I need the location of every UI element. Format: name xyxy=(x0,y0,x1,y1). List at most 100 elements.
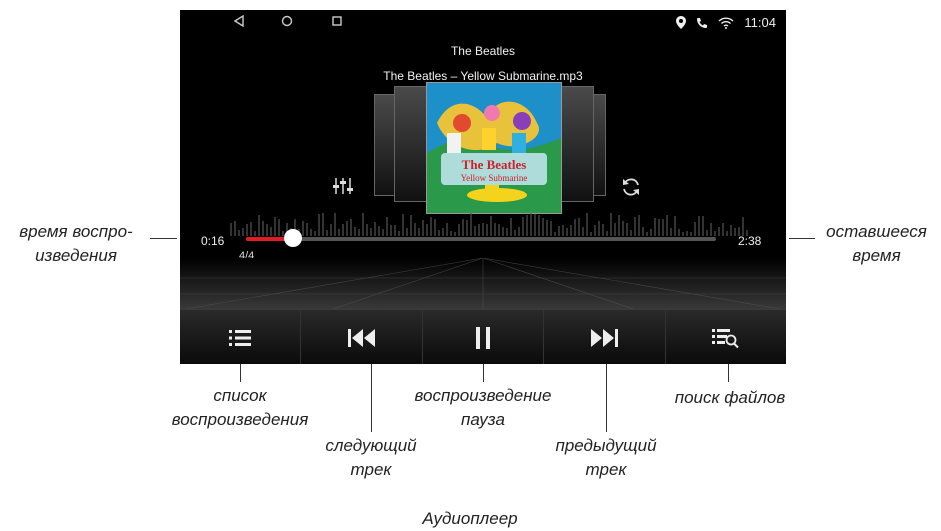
visualizer-bar xyxy=(450,231,452,236)
visualizer-bar xyxy=(482,223,484,236)
visualizer-bar xyxy=(722,223,724,236)
visualizer-bar xyxy=(554,232,556,236)
file-search-button[interactable] xyxy=(666,310,786,364)
visualizer-bar xyxy=(530,213,532,236)
cover-title-text: The Beatles xyxy=(462,157,527,172)
visualizer-bar xyxy=(550,221,552,236)
visualizer-bar xyxy=(326,230,328,236)
pause-icon xyxy=(476,326,491,349)
visualizer-bar xyxy=(278,219,280,236)
visualizer-bar xyxy=(362,213,364,236)
visualizer-bar xyxy=(274,217,276,236)
annotation-playpause-line2: пауза xyxy=(461,410,505,429)
album-cover[interactable]: The Beatles Yellow Submarine xyxy=(426,82,562,214)
visualizer-bar xyxy=(402,214,404,236)
playlist-button[interactable] xyxy=(180,310,302,364)
visualizer-bar xyxy=(462,219,464,236)
recents-icon[interactable] xyxy=(330,15,344,29)
annotation-remaining: оставшееся время xyxy=(812,220,941,268)
visualizer-bar xyxy=(254,231,256,236)
remaining-time: 2:38 xyxy=(738,234,762,248)
visualizer-bar xyxy=(250,222,252,236)
repeat-icon[interactable] xyxy=(620,176,642,198)
visualizer-bar xyxy=(390,225,392,236)
visualizer-bar xyxy=(538,215,540,236)
skip-back-icon xyxy=(347,328,375,347)
visualizer-bar xyxy=(322,213,324,236)
visualizer-bar xyxy=(350,219,352,236)
skip-forward-icon xyxy=(591,328,619,347)
annotation-elapsed: время воспро- изведения xyxy=(0,220,152,268)
annotation-next-line1: следующий xyxy=(325,436,417,455)
visualizer-bar xyxy=(330,224,332,236)
progress-knob[interactable] xyxy=(284,229,302,247)
equalizer-icon[interactable] xyxy=(332,176,354,196)
visualizer-bar xyxy=(574,219,576,236)
visualizer-bar xyxy=(238,230,240,236)
visualizer-bar xyxy=(406,228,408,236)
track-title: The Beatles – Yellow Submarine.mp3 xyxy=(383,69,583,83)
visualizer-bar xyxy=(358,229,360,236)
annotation-playlist-line2: воспроизведения xyxy=(171,410,309,429)
phone-icon xyxy=(697,17,708,28)
visualizer-bar xyxy=(306,223,308,236)
status-bar: 11:04 xyxy=(180,10,786,36)
leader-playpause xyxy=(483,364,484,382)
visualizer-bar xyxy=(454,232,456,236)
annotation-prev-line2: трек xyxy=(585,460,627,479)
visualizer-bar xyxy=(562,225,564,236)
visualizer-bar xyxy=(630,230,632,236)
visualizer-bar xyxy=(686,231,688,236)
visualizer-bar xyxy=(546,220,548,236)
skip-forward-button[interactable] xyxy=(544,310,666,364)
visualizer-bar xyxy=(270,227,272,236)
visualizer-bar xyxy=(418,228,420,236)
visualizer-bar xyxy=(542,218,544,236)
visualizer-bar xyxy=(458,224,460,236)
visualizer-bar xyxy=(434,219,436,236)
elapsed-time: 0:16 xyxy=(201,234,225,248)
visualizer-bar xyxy=(258,215,260,236)
visualizer-bar xyxy=(510,218,512,236)
visualizer-bar xyxy=(442,228,444,236)
visualizer-bar xyxy=(506,228,508,236)
player-screen: 11:04 The Beatles The Beatles – Yellow S… xyxy=(180,10,786,364)
visualizer-bar xyxy=(710,223,712,236)
visualizer-bar xyxy=(490,216,492,236)
visualizer-bar xyxy=(518,227,520,236)
visualizer-bar xyxy=(670,228,672,236)
visualizer-bar xyxy=(726,231,728,236)
visualizer-bar xyxy=(626,223,628,236)
visualizer-bar xyxy=(702,216,704,236)
annotation-search: поиск файлов xyxy=(674,388,786,407)
visualizer-bar xyxy=(690,232,692,236)
visualizer-bar xyxy=(694,222,696,236)
annotation-prev-line1: предыдущий xyxy=(555,436,657,455)
visualizer-bar xyxy=(374,222,376,236)
play-pause-button[interactable] xyxy=(423,310,545,364)
home-icon[interactable] xyxy=(280,15,294,29)
visualizer-bar xyxy=(666,215,668,236)
visualizer-bar xyxy=(614,223,616,236)
visualizer-bar xyxy=(514,230,516,236)
annotation-elapsed-line2: изведения xyxy=(35,246,117,265)
skip-back-button[interactable] xyxy=(301,310,423,364)
annotation-remaining-line2: время xyxy=(852,246,901,265)
visualizer-bar xyxy=(478,224,480,236)
visualizer-bar xyxy=(534,214,536,236)
visualizer-bar xyxy=(526,215,528,236)
visualizer-bar xyxy=(338,229,340,236)
visualizer-bar xyxy=(618,215,620,236)
control-bar xyxy=(180,309,786,364)
visualizer-bar xyxy=(466,220,468,236)
visualizer-bar xyxy=(590,232,592,236)
visualizer-bar xyxy=(446,223,448,236)
annotation-elapsed-line1: время воспро- xyxy=(19,222,133,241)
visualizer-bar xyxy=(430,217,432,236)
visualizer-bar xyxy=(494,223,496,236)
progress-track[interactable] xyxy=(246,237,716,241)
back-icon[interactable] xyxy=(232,14,246,29)
location-icon xyxy=(676,16,687,29)
visualizer-bar xyxy=(734,228,736,236)
annotation-next: следующий трек xyxy=(296,434,446,482)
